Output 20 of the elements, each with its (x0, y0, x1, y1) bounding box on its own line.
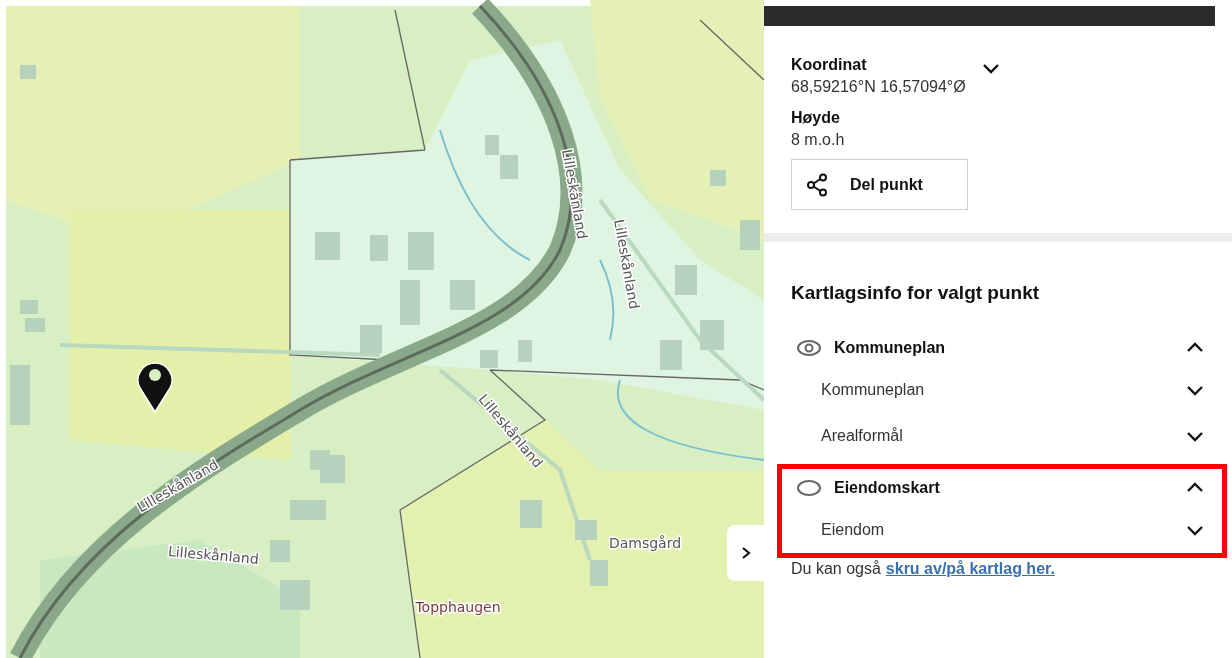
layer-row[interactable]: Eiendom (796, 507, 1205, 553)
place-label: Damsgård (608, 535, 682, 551)
section-title: Kartlagsinfo for valgt punkt (791, 282, 1041, 304)
height-label: Høyde (791, 109, 841, 127)
layers-link[interactable]: skru av/på kartlag her. (885, 560, 1055, 577)
layer-group-row[interactable]: Eiendomskart (796, 469, 1205, 507)
share-icon (806, 172, 830, 197)
road-label: Lilleskånland (167, 543, 260, 567)
share-point-button[interactable]: Del punkt (791, 159, 968, 210)
layer-group-row[interactable]: Kommuneplan (796, 329, 1205, 367)
coordinate-value: 68,59216°N 16,57094°Ø (791, 78, 966, 96)
layer-row[interactable]: Kommuneplan (796, 367, 1205, 413)
map-pin-icon[interactable] (137, 362, 173, 413)
height-value: 8 m.o.h (791, 131, 846, 149)
layer-row[interactable]: Arealformål (796, 413, 1205, 459)
footer-text: Du kan også (791, 560, 881, 577)
ellipse-icon[interactable] (796, 479, 822, 497)
coordinate-label: Koordinat (791, 56, 868, 74)
hill-label: Topphaugen (415, 599, 501, 615)
eye-icon[interactable] (796, 339, 822, 357)
